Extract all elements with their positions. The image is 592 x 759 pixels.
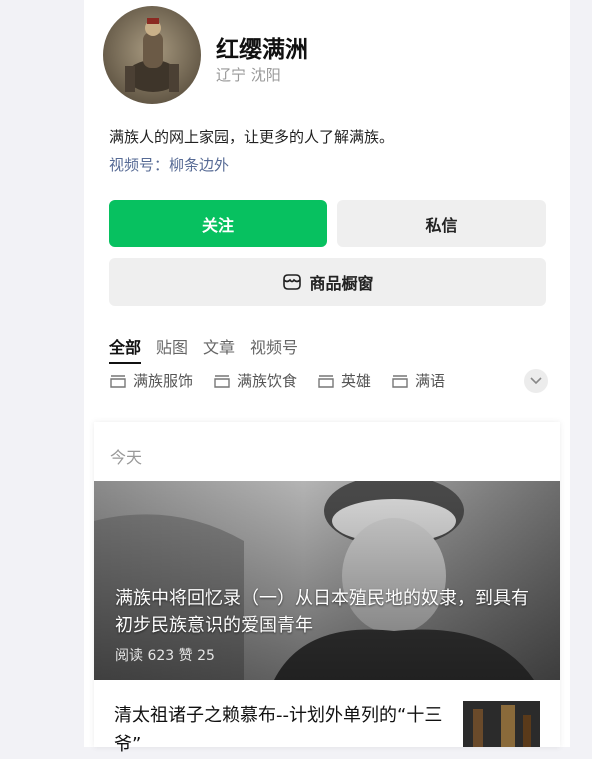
chevron-down-icon: [530, 377, 542, 385]
video-channel-link[interactable]: 视频号：柳条边外: [109, 154, 229, 175]
tab-articles[interactable]: 文章: [203, 334, 235, 364]
article-title[interactable]: 清太祖诸子之赖慕布--计划外单列的“十三爷”: [114, 701, 454, 759]
message-label: 私信: [425, 215, 458, 235]
shop-window-button[interactable]: 商品橱窗: [109, 258, 546, 306]
topic-item[interactable]: 满族服饰: [110, 370, 193, 391]
feed-date: 今天: [110, 448, 143, 467]
folder-icon: [214, 374, 230, 388]
folder-icon: [110, 374, 126, 388]
shop-label: 商品橱窗: [309, 274, 374, 293]
content-tabs: 全部 贴图 文章 视频号: [109, 334, 298, 364]
tab-all[interactable]: 全部: [109, 334, 142, 364]
featured-article-stats: 阅读 623 赞 25: [115, 648, 215, 664]
expand-topics-button[interactable]: [524, 369, 548, 393]
tab-video[interactable]: 视频号: [250, 334, 298, 364]
folder-icon: [318, 374, 334, 388]
topic-item[interactable]: 满族饮食: [214, 370, 297, 391]
topic-label: 满族饮食: [237, 372, 298, 390]
topic-label: 满族服饰: [133, 372, 194, 390]
topic-item[interactable]: 英雄: [318, 370, 371, 391]
profile-name: 红缨满洲: [216, 37, 308, 63]
avatar[interactable]: [103, 6, 201, 104]
shop-icon: [283, 274, 302, 290]
topic-list: 满族服饰 满族饮食 英雄 满语: [110, 370, 445, 391]
tab-posts[interactable]: 贴图: [156, 334, 188, 364]
follow-button[interactable]: 关注: [109, 200, 327, 247]
featured-article-title[interactable]: 满族中将回忆录（一）从日本殖民地的奴隶，到具有初步民族意识的爱国青年: [115, 585, 545, 639]
profile-location: 辽宁 沈阳: [216, 66, 281, 84]
topic-item[interactable]: 满语: [392, 370, 445, 391]
topic-label: 满语: [415, 372, 446, 390]
topic-label: 英雄: [341, 372, 372, 390]
follow-label: 关注: [201, 215, 234, 235]
profile-bio: 满族人的网上家园，让更多的人了解满族。: [109, 128, 395, 146]
article-thumbnail[interactable]: [463, 701, 540, 747]
message-button[interactable]: 私信: [337, 200, 546, 247]
folder-icon: [392, 374, 408, 388]
